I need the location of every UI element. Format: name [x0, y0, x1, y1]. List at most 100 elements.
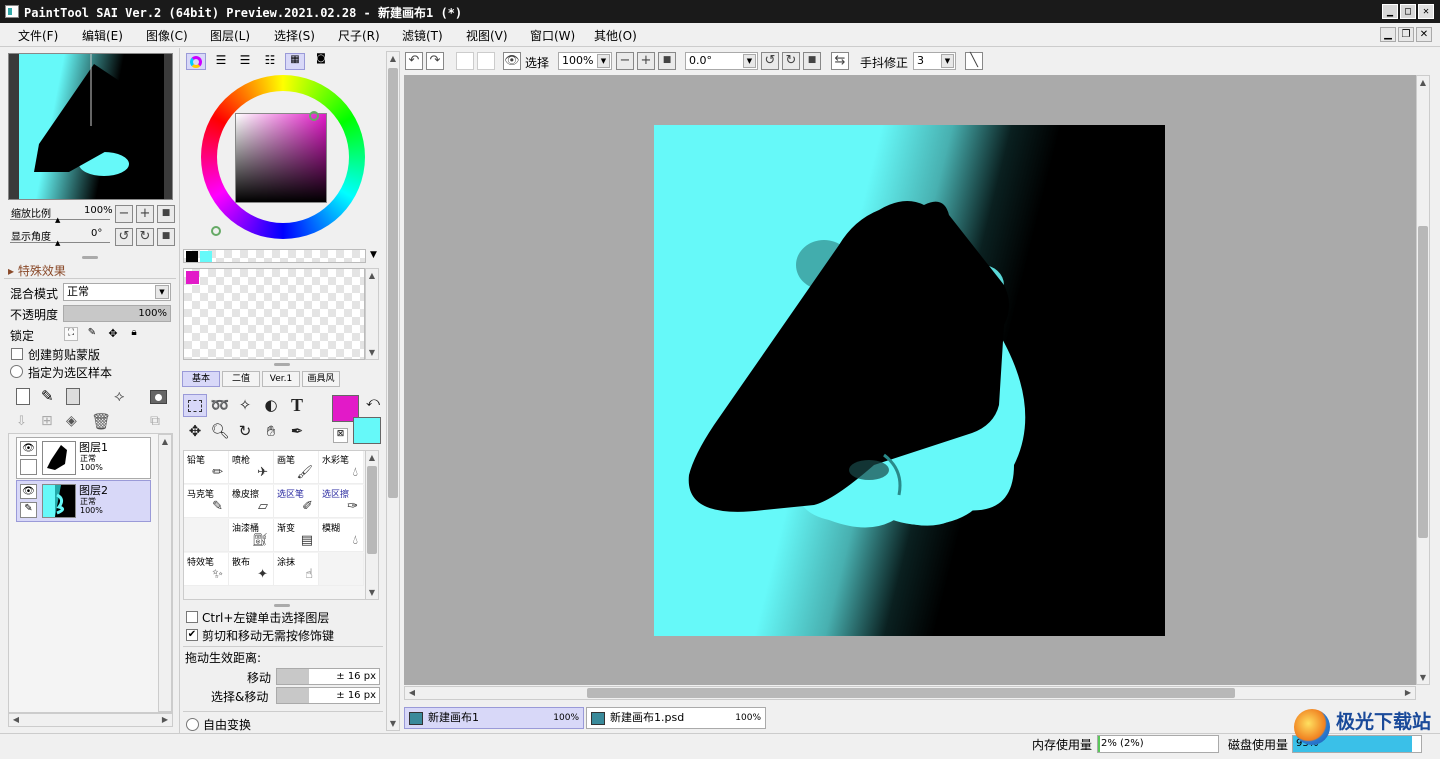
rgb-slider-icon[interactable]: ☰ — [211, 53, 231, 70]
shape-icon[interactable]: ◐ — [259, 394, 283, 417]
blend-mode-select[interactable]: 正常 ▼ — [63, 283, 171, 301]
clear-layer-icon[interactable]: ◈ — [66, 413, 77, 429]
clipping-mask-checkbox[interactable] — [11, 348, 23, 360]
layer-list-scrollbar[interactable]: ▲ — [158, 434, 172, 712]
zoom-tool-icon[interactable]: 🔍︎ — [208, 420, 232, 443]
brush-item[interactable]: 模糊 💧︎ — [319, 519, 364, 552]
swatch-scrollbar[interactable]: ▲ ▼ — [365, 268, 379, 360]
scroll-right-icon[interactable]: ▶ — [159, 715, 171, 724]
rotate-left-button[interactable]: ↺ — [761, 52, 779, 70]
menu-layer[interactable]: 图层(L) — [210, 27, 250, 44]
line-tool-icon[interactable]: ╲ — [965, 52, 983, 70]
scroll-up-icon[interactable]: ▲ — [366, 271, 378, 280]
mdi-restore-button[interactable]: ❐ — [1398, 27, 1414, 42]
opacity-slider[interactable]: 100% — [63, 305, 171, 322]
layer-lock-toggle[interactable] — [20, 459, 37, 475]
ctrl-click-checkbox[interactable] — [186, 611, 198, 623]
scroll-thumb[interactable] — [587, 688, 1235, 698]
zoom-reset-button[interactable]: ■ — [658, 52, 676, 70]
brush-item[interactable]: 选区笔 ✐ — [274, 485, 319, 518]
rotate-right-button[interactable]: ↻ — [136, 228, 154, 246]
brush-item[interactable]: 油漆桶 ⛽︎ — [229, 519, 274, 552]
lock-paint-icon[interactable]: ✎ — [85, 327, 99, 341]
layer-list-hscrollbar[interactable]: ◀ ▶ — [8, 713, 173, 727]
apply-mask-icon[interactable]: ⧉ — [150, 413, 160, 429]
scroll-left-icon[interactable]: ◀ — [406, 688, 418, 697]
move-distance-field[interactable]: ± 16 px — [276, 668, 380, 685]
canvas-vscrollbar[interactable]: ▲ ▼ — [1416, 75, 1430, 685]
effects-expander[interactable]: ▸ 特殊效果 — [8, 262, 66, 279]
zoom-out-button[interactable]: − — [616, 52, 634, 70]
brush-item[interactable]: 喷枪 ✈ — [229, 451, 274, 484]
scroll-up-icon[interactable]: ▲ — [159, 437, 171, 446]
paint-brush-icon[interactable]: ✎ — [20, 502, 37, 518]
secondary-color-swatch[interactable] — [353, 417, 381, 444]
new-folder-icon[interactable] — [66, 388, 80, 405]
swatch-magenta[interactable] — [186, 271, 199, 284]
angle-slider-handle[interactable]: ▲ — [55, 239, 60, 247]
transparent-color-icon[interactable]: ⊠ — [333, 428, 348, 443]
panel-splitter[interactable] — [274, 604, 290, 607]
canvas-viewport[interactable] — [404, 75, 1416, 685]
tool-panel-scrollbar[interactable]: ▲ ▼ — [386, 51, 400, 731]
scroll-thumb[interactable] — [367, 466, 377, 554]
rotate-right-button[interactable]: ↻ — [782, 52, 800, 70]
redo-button[interactable]: ↷ — [426, 52, 444, 70]
hue-picker-handle[interactable] — [211, 226, 221, 236]
history-swatch-black[interactable] — [186, 251, 198, 262]
hue-ring[interactable] — [201, 75, 365, 239]
swap-colors-icon[interactable]: ⤺ — [366, 395, 380, 410]
menu-filter[interactable]: 滤镜(T) — [402, 27, 443, 44]
scroll-left-icon[interactable]: ◀ — [10, 715, 22, 724]
zoom-slider-handle[interactable]: ▲ — [55, 216, 60, 224]
zoom-out-button[interactable]: − — [115, 205, 133, 223]
invert-selection-button[interactable] — [477, 52, 495, 70]
mdi-minimize-button[interactable]: ▁ — [1380, 27, 1396, 42]
tab-binary[interactable]: 二值 — [222, 371, 260, 387]
brush-item[interactable]: 渐变 ▤ — [274, 519, 319, 552]
rotate-tool-icon[interactable]: ↻ — [233, 420, 257, 443]
hand-icon[interactable]: ✋︎ — [259, 420, 283, 443]
brush-item[interactable]: 铅笔 ✏ — [184, 451, 229, 484]
scroll-up-icon[interactable]: ▲ — [387, 54, 399, 63]
mdi-close-button[interactable]: ✕ — [1416, 27, 1432, 42]
canvas-hscrollbar[interactable]: ◀ ▶ — [404, 686, 1416, 700]
zoom-in-button[interactable]: + — [637, 52, 655, 70]
deselect-button[interactable] — [456, 52, 474, 70]
scroll-up-icon[interactable]: ▲ — [366, 453, 378, 462]
scroll-down-icon[interactable]: ▼ — [366, 588, 378, 597]
menu-edit[interactable]: 编辑(E) — [82, 27, 123, 44]
rotate-left-button[interactable]: ↺ — [115, 228, 133, 246]
chevron-down-icon[interactable]: ▼ — [370, 250, 377, 260]
scroll-right-icon[interactable]: ▶ — [1402, 688, 1414, 697]
hsv-slider-icon[interactable]: ☰ — [235, 53, 255, 70]
tab-painterly[interactable]: 画具风 — [302, 371, 340, 387]
scroll-down-icon[interactable]: ▼ — [387, 719, 399, 728]
layer-effect-icon[interactable]: ⟡ — [114, 386, 125, 406]
eye-icon[interactable]: 👁︎ — [20, 441, 37, 456]
rect-select-icon[interactable] — [183, 394, 207, 417]
lock-all-icon[interactable]: 🔒︎ — [127, 327, 141, 341]
menu-file[interactable]: 文件(F) — [18, 27, 58, 44]
brush-item[interactable]: 马克笔 ✎ — [184, 485, 229, 518]
artwork-canvas[interactable] — [654, 125, 1165, 636]
history-swatch-cyan[interactable] — [200, 251, 212, 262]
navigator-preview[interactable] — [8, 53, 173, 200]
doc-tab-2[interactable]: 新建画布1.psd 100% — [586, 707, 766, 729]
brush-item[interactable]: 涂抹 ☝︎ — [274, 553, 319, 586]
no-modifier-checkbox[interactable]: ✔ — [186, 629, 198, 641]
scroll-up-icon[interactable]: ▲ — [1417, 78, 1429, 87]
angle-select[interactable]: 0.0° ▼ — [685, 52, 758, 70]
tab-basic[interactable]: 基本 — [182, 371, 220, 387]
selection-source-radio[interactable] — [10, 365, 23, 378]
zoom-reset-button[interactable]: ■ — [157, 205, 175, 223]
brush-scrollbar[interactable]: ▲ ▼ — [365, 450, 379, 600]
panel-splitter[interactable] — [274, 363, 290, 366]
lasso-icon[interactable]: ➿ — [208, 394, 232, 417]
swatches-icon[interactable]: ▦ — [285, 53, 305, 70]
menu-window[interactable]: 窗口(W) — [530, 27, 575, 44]
move-icon[interactable]: ✥ — [183, 420, 207, 443]
layer-mask-icon[interactable] — [150, 390, 167, 404]
free-transform-radio[interactable] — [186, 718, 199, 731]
brush-item[interactable]: 选区擦 ✑ — [319, 485, 364, 518]
